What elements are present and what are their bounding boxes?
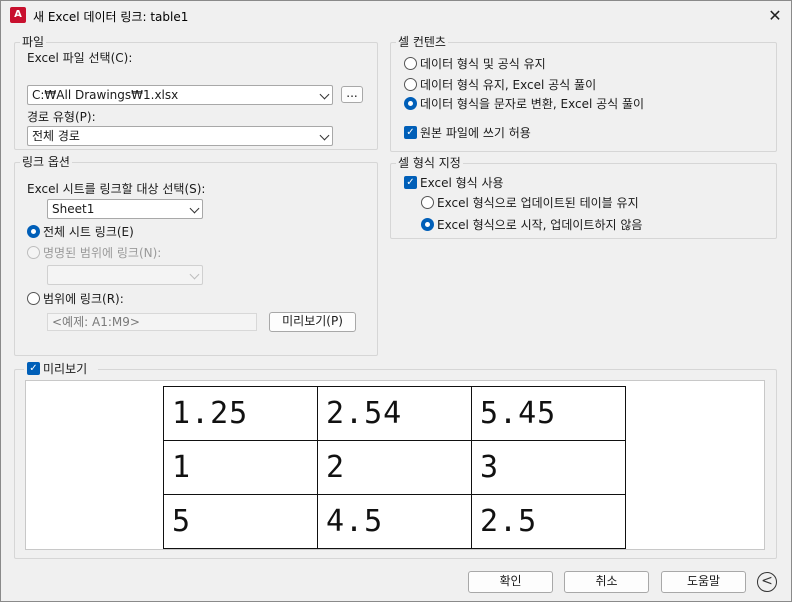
start-no-update-label: Excel 형식으로 시작, 업데이트하지 않음 (437, 218, 643, 232)
table-cell: 5.45 (471, 386, 626, 441)
checkmark-icon: ✓ (29, 363, 38, 374)
allow-write-label: 원본 파일에 쓰기 허용 (420, 126, 531, 140)
cell-format-title: 셀 형식 지정 (396, 156, 463, 170)
range-input[interactable]: <예제: A1:M9> (47, 313, 257, 331)
excel-file-dropdown[interactable]: C:₩All Drawings₩1.xlsx (27, 85, 333, 105)
path-type-dropdown[interactable]: 전체 경로 (27, 126, 333, 146)
chevron-down-icon (319, 89, 330, 100)
table-cell: 5 (163, 494, 318, 549)
use-excel-format-checkbox[interactable]: ✓ (404, 176, 417, 189)
file-group-title: 파일 (20, 35, 47, 49)
table-row: 1.25 2.54 5.45 (163, 386, 626, 441)
close-button[interactable]: ✕ (764, 5, 786, 27)
link-entire-sheet-label: 전체 시트 링크(E) (43, 225, 134, 239)
keep-updated-label: Excel 형식으로 업데이트된 테이블 유지 (437, 196, 639, 210)
table-row: 5 4.5 2.5 (163, 494, 626, 549)
sheet-dropdown[interactable]: Sheet1 (47, 199, 203, 219)
preview-table: 1.25 2.54 5.45 1 2 3 5 4.5 2.5 (163, 386, 626, 549)
link-entire-sheet-radio[interactable] (27, 225, 40, 238)
link-named-range-label: 명명된 범위에 링크(N): (43, 246, 162, 260)
sheet-select-label: Excel 시트를 링크할 대상 선택(S): (27, 182, 206, 196)
preview-checkbox[interactable]: ✓ (27, 362, 40, 375)
chevron-left-icon: < (761, 573, 773, 589)
excel-file-value: C:₩All Drawings₩1.xlsx (32, 88, 179, 102)
chevron-down-icon (319, 130, 330, 141)
autocad-app-icon: A (10, 7, 26, 23)
table-cell: 3 (471, 440, 626, 495)
excel-file-select-label: Excel 파일 선택(C): (27, 51, 133, 65)
link-range-radio[interactable] (27, 292, 40, 305)
convert-to-text-radio[interactable] (404, 97, 417, 110)
sheet-value: Sheet1 (52, 202, 95, 216)
keep-updated-radio[interactable] (421, 196, 434, 209)
keep-formulas-radio[interactable] (404, 57, 417, 70)
solve-formulas-radio[interactable] (404, 78, 417, 91)
path-type-label: 경로 유형(P): (27, 110, 96, 124)
help-button[interactable]: 도움말 (661, 571, 746, 593)
named-range-dropdown[interactable] (47, 265, 203, 285)
allow-write-checkbox[interactable]: ✓ (404, 126, 417, 139)
checkmark-icon: ✓ (406, 127, 415, 138)
link-options-title: 링크 옵션 (20, 155, 72, 169)
preview-button[interactable]: 미리보기(P) (269, 312, 356, 332)
checkmark-icon: ✓ (406, 177, 415, 188)
path-type-value: 전체 경로 (32, 129, 80, 143)
ok-button[interactable]: 확인 (468, 571, 553, 593)
dialog-title: 새 Excel 데이터 링크: table1 (33, 10, 189, 24)
cancel-button[interactable]: 취소 (564, 571, 649, 593)
table-row: 1 2 3 (163, 440, 626, 495)
browse-button[interactable]: ... (341, 86, 363, 103)
chevron-down-icon (189, 203, 200, 214)
expand-toggle-button[interactable]: < (757, 572, 777, 592)
table-cell: 2 (317, 440, 472, 495)
use-excel-format-label: Excel 형식 사용 (420, 176, 504, 190)
table-cell: 4.5 (317, 494, 472, 549)
table-cell: 1.25 (163, 386, 318, 441)
convert-to-text-label: 데이터 형식을 문자로 변환, Excel 공식 풀이 (420, 97, 645, 111)
range-placeholder: <예제: A1:M9> (52, 315, 140, 329)
chevron-down-icon (189, 269, 200, 280)
table-cell: 1 (163, 440, 318, 495)
link-range-label: 범위에 링크(R): (43, 292, 124, 306)
solve-formulas-label: 데이터 형식 유지, Excel 공식 풀이 (420, 78, 597, 92)
preview-area: 1.25 2.54 5.45 1 2 3 5 4.5 2.5 (25, 380, 765, 550)
table-cell: 2.54 (317, 386, 472, 441)
keep-formulas-label: 데이터 형식 및 공식 유지 (420, 57, 546, 71)
cell-contents-title: 셀 컨텐츠 (396, 35, 448, 49)
close-icon: ✕ (768, 6, 782, 25)
link-named-range-radio[interactable] (27, 246, 40, 259)
preview-label: 미리보기 (43, 362, 88, 376)
table-cell: 2.5 (471, 494, 626, 549)
start-no-update-radio[interactable] (421, 218, 434, 231)
